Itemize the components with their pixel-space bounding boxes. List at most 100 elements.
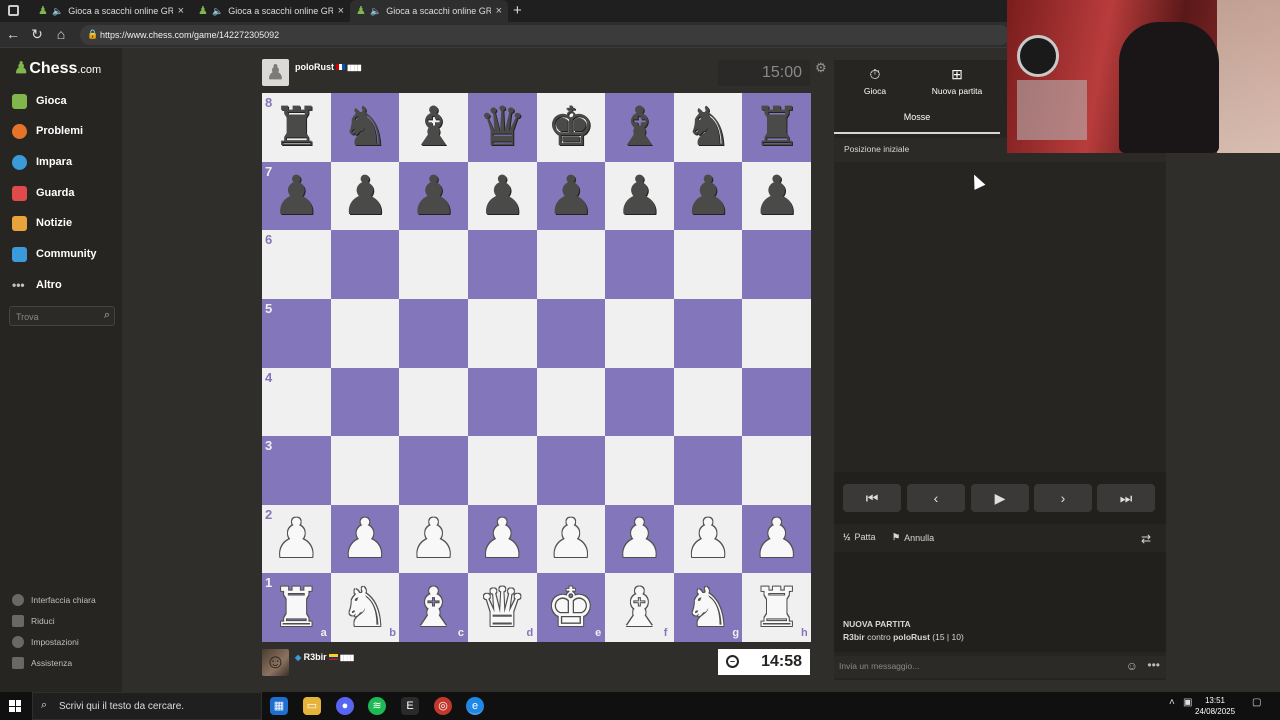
previous-move-button[interactable]: ‹ — [907, 484, 965, 512]
square-a5[interactable] — [262, 298, 331, 368]
black-bishop-icon[interactable]: ♝ — [605, 93, 674, 162]
square-d3[interactable] — [467, 436, 537, 505]
bottom-player-avatar[interactable]: ☺ — [262, 649, 289, 676]
black-rook-icon[interactable]: ♜ — [262, 93, 331, 162]
black-pawn-icon[interactable]: ♟ — [742, 162, 811, 231]
flip-board-icon[interactable]: ⇄ — [1141, 532, 1151, 546]
board-settings-gear-icon[interactable]: ⚙ — [815, 60, 827, 76]
black-knight-icon[interactable]: ♞ — [674, 93, 743, 162]
close-tab-icon[interactable]: × — [338, 5, 344, 17]
sidebar-item-problemi[interactable]: Problemi — [12, 120, 83, 142]
tab-nuova-partita[interactable]: ⊞ Nuova partita — [916, 66, 998, 96]
white-pawn-icon[interactable]: ♟ — [262, 505, 331, 574]
chat-message-input[interactable]: Invia un messaggio... ☺ ••• — [834, 656, 1166, 678]
sidebar-item-altro[interactable]: ••• Altro — [12, 274, 62, 296]
tab-gioca[interactable]: ⏱ Gioca — [834, 66, 916, 96]
top-player-name[interactable]: poloRust — [295, 62, 334, 72]
square-h4[interactable] — [742, 367, 811, 437]
settings-button[interactable]: Impostazioni — [12, 636, 79, 648]
abort-button[interactable]: ⚑ Annulla — [892, 532, 934, 543]
square-c6[interactable] — [399, 230, 468, 299]
black-pawn-icon[interactable]: ♟ — [605, 162, 674, 231]
tab-mosse[interactable]: Mosse — [834, 104, 1000, 134]
square-g5[interactable] — [673, 298, 743, 368]
square-b4[interactable] — [330, 367, 400, 437]
speaker-icon[interactable]: 🔈 — [212, 6, 223, 17]
sidebar-item-guarda[interactable]: Guarda — [12, 182, 75, 204]
black-bishop-icon[interactable]: ♝ — [399, 93, 468, 162]
bottom-player-name[interactable]: R3bir — [304, 652, 327, 662]
square-e3[interactable] — [536, 436, 606, 505]
black-pawn-icon[interactable]: ♟ — [674, 162, 743, 231]
taskbar-edge-icon[interactable]: e — [466, 697, 484, 715]
tray-chevron-icon[interactable]: ˄ — [1169, 697, 1175, 708]
sidebar-item-community[interactable]: Community — [12, 243, 97, 265]
square-f5[interactable] — [605, 298, 674, 368]
notifications-icon[interactable]: ▢ — [1252, 697, 1261, 708]
square-e4[interactable] — [536, 367, 606, 437]
taskbar-epic-icon[interactable]: E — [401, 697, 419, 715]
square-f6[interactable] — [605, 230, 674, 299]
taskbar-discord-icon[interactable]: ● — [336, 697, 354, 715]
square-g6[interactable] — [673, 230, 743, 299]
reload-icon[interactable]: ↻ — [28, 26, 46, 43]
square-f3[interactable] — [605, 436, 674, 505]
white-pawn-icon[interactable]: ♟ — [537, 505, 606, 574]
white-pawn-icon[interactable]: ♟ — [399, 505, 468, 574]
black-pawn-icon[interactable]: ♟ — [537, 162, 606, 231]
square-e5[interactable] — [536, 298, 606, 368]
taskbar-store-icon[interactable]: ▦ — [270, 697, 288, 715]
white-pawn-icon[interactable]: ♟ — [331, 505, 400, 574]
light-mode-toggle[interactable]: Interfaccia chiara — [12, 594, 96, 606]
taskbar-app-icon[interactable]: ◎ — [434, 697, 452, 715]
black-pawn-icon[interactable]: ♟ — [468, 162, 537, 231]
search-icon[interactable]: ⌕ — [104, 309, 110, 322]
top-player-avatar[interactable]: ♟ — [262, 59, 289, 86]
close-tab-icon[interactable]: × — [178, 5, 184, 17]
speaker-icon[interactable]: 🔈 — [370, 6, 381, 17]
square-d4[interactable] — [467, 367, 537, 437]
square-c5[interactable] — [399, 298, 468, 368]
url-field[interactable]: 🔒 https://www.chess.com/game/14227230509… — [80, 25, 1010, 45]
square-g3[interactable] — [673, 436, 743, 505]
sidebar-item-impara[interactable]: Impara — [12, 151, 72, 173]
taskbar-spotify-icon[interactable]: ≋ — [368, 697, 386, 715]
square-a3[interactable] — [262, 436, 331, 505]
chess-board[interactable]: ♜ 8 ♞ ♝ ♛ ♚ ♝ ♞ ♜ ♟ 7 ♟ ♟ ♟ ♟ ♟ ♟ ♟ 6 5 4 3 ♟ 2 ♟ ♟ ♟ ♟ ♟ ♟ ♟ ♜ 1 a ♞ b ♝ c ♛ d… — [262, 93, 811, 642]
black-queen-icon[interactable]: ♛ — [468, 93, 537, 162]
square-g4[interactable] — [673, 367, 743, 437]
taskbar-search-input[interactable]: ⌕ Scrivi qui il testo da cercare. — [32, 692, 262, 720]
taskbar-clock[interactable]: 13:51 24/08/2025 — [1195, 695, 1235, 717]
browser-tab-3[interactable]: ♟ 🔈 Gioca a scacchi online GRATIS × — [350, 0, 508, 22]
black-pawn-icon[interactable]: ♟ — [399, 162, 468, 231]
square-a4[interactable] — [262, 367, 331, 437]
home-icon[interactable]: ⌂ — [52, 26, 70, 42]
square-c4[interactable] — [399, 367, 468, 437]
close-tab-icon[interactable]: × — [496, 5, 502, 17]
square-h5[interactable] — [742, 298, 811, 368]
square-c3[interactable] — [399, 436, 468, 505]
black-king-icon[interactable]: ♚ — [537, 93, 606, 162]
draw-button[interactable]: ½ Patta — [843, 532, 876, 542]
square-d5[interactable] — [467, 298, 537, 368]
help-button[interactable]: Assistenza — [12, 657, 72, 669]
speaker-icon[interactable]: 🔈 — [52, 6, 63, 17]
black-pawn-icon[interactable]: ♟ — [331, 162, 400, 231]
black-rook-icon[interactable]: ♜ — [742, 93, 811, 162]
square-b3[interactable] — [330, 436, 400, 505]
sidebar-search-input[interactable]: Trova ⌕ — [9, 306, 115, 326]
square-h6[interactable] — [742, 230, 811, 299]
tray-network-icon[interactable]: ▣ — [1183, 697, 1192, 708]
play-button[interactable]: ▶ — [971, 484, 1029, 512]
last-move-button[interactable]: ⏭ — [1097, 484, 1155, 512]
back-icon[interactable]: ← — [4, 26, 22, 42]
collapse-sidebar-button[interactable]: Riduci — [12, 615, 55, 627]
next-move-button[interactable]: › — [1034, 484, 1092, 512]
square-f4[interactable] — [605, 367, 674, 437]
square-a6[interactable] — [262, 230, 331, 299]
window-menu-icon[interactable] — [8, 5, 19, 16]
black-knight-icon[interactable]: ♞ — [331, 93, 400, 162]
browser-tab-2[interactable]: ♟ 🔈 Gioca a scacchi online GRATIS × — [192, 0, 350, 22]
more-options-icon[interactable]: ••• — [1147, 658, 1160, 672]
square-e6[interactable] — [536, 230, 606, 299]
